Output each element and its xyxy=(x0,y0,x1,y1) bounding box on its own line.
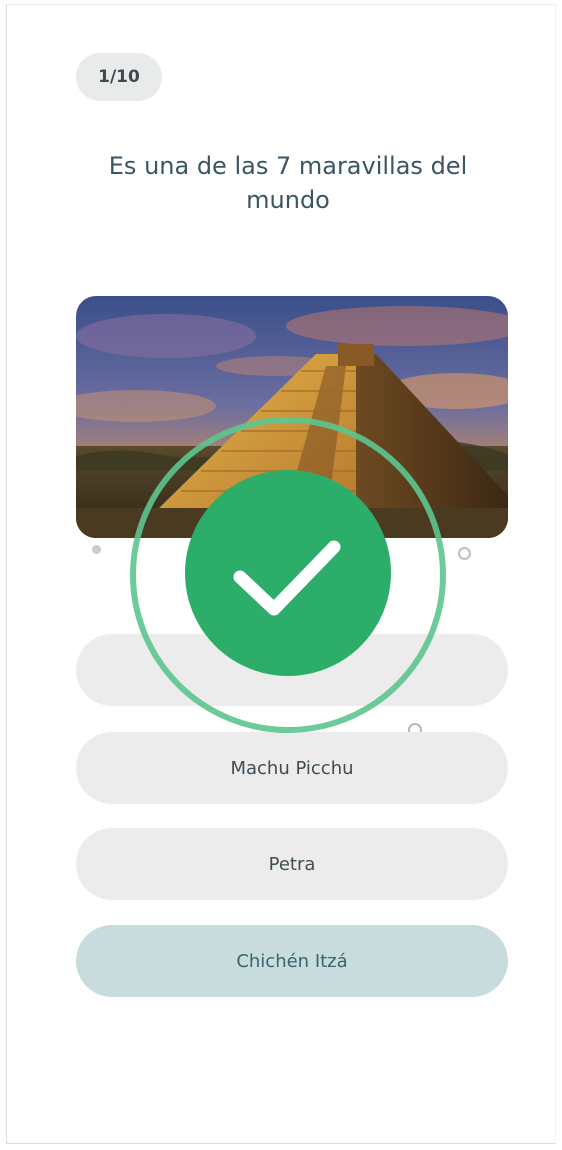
answer-option-label: Machu Picchu xyxy=(230,757,354,779)
carousel-dot xyxy=(92,545,101,554)
answer-option[interactable]: Petra xyxy=(76,828,508,900)
quiz-screen: 1/10 Es una de las 7 maravillas del mund… xyxy=(6,4,556,1144)
answer-option-selected[interactable]: Chichén Itzá xyxy=(76,925,508,997)
answer-option-label: Petra xyxy=(268,853,316,875)
progress-indicator: 1/10 xyxy=(76,53,162,101)
check-icon xyxy=(130,417,446,733)
progress-text: 1/10 xyxy=(98,67,140,87)
carousel-dot xyxy=(458,547,471,560)
question-text: Es una de las 7 maravillas del mundo xyxy=(108,152,468,214)
answer-option-label: Chichén Itzá xyxy=(236,950,348,972)
correct-feedback-overlay xyxy=(128,415,448,735)
answer-option[interactable]: Machu Picchu xyxy=(76,732,508,804)
